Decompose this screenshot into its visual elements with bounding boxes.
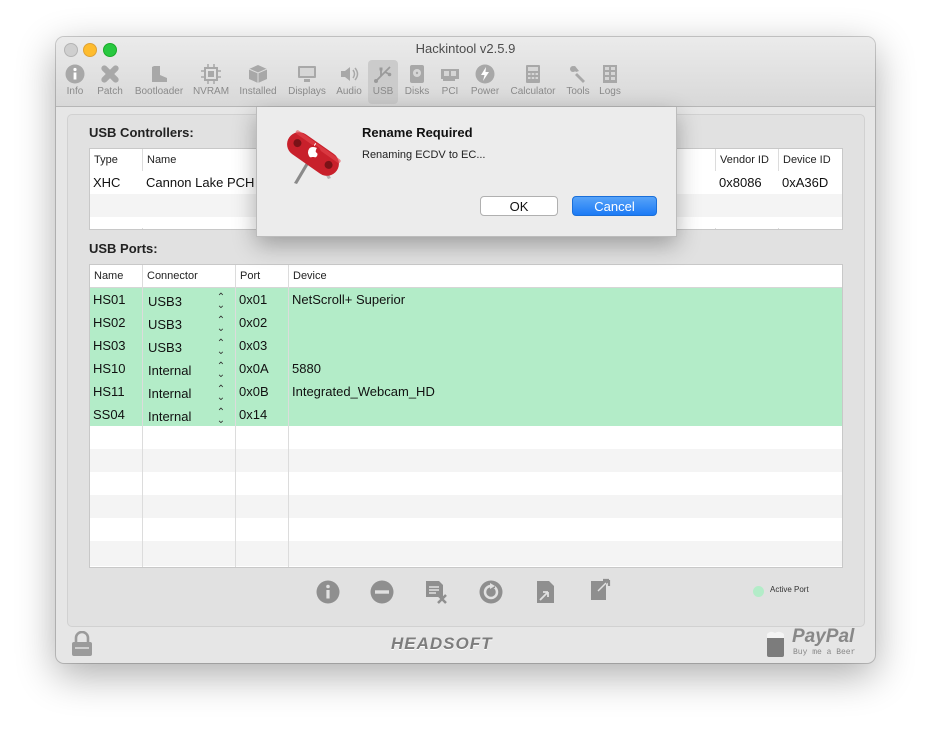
chevron-updown-icon[interactable]: ⌃ ⌄ — [216, 385, 226, 403]
headsoft-logo: HEADSOFT — [391, 634, 493, 653]
usb-ports-heading: USB Ports: — [89, 241, 158, 256]
table-row — [90, 449, 842, 472]
toolbar-item-pci[interactable]: PCI — [436, 60, 464, 104]
table-row[interactable]: HS01 USB3 ⌃ ⌄ 0x01 NetScroll+ Superior — [90, 288, 842, 311]
toolbar-item-installed[interactable]: Installed — [234, 60, 282, 104]
toolbar-item-bootloader[interactable]: Bootloader — [130, 60, 188, 104]
table-row — [90, 472, 842, 495]
calculator-icon — [526, 65, 540, 83]
window-title: Hackintool v2.5.9 — [415, 41, 516, 56]
usb-icon — [374, 66, 392, 83]
boot-icon — [152, 66, 167, 82]
table-row[interactable]: HS02 USB3 ⌃ ⌄ 0x02 — [90, 311, 842, 334]
chevron-updown-icon[interactable]: ⌃ ⌄ — [216, 339, 226, 357]
chevron-updown-icon[interactable]: ⌃ ⌄ — [216, 362, 226, 380]
table-row[interactable]: SS04 Internal ⌃ ⌄ 0x14 — [90, 403, 842, 426]
connector-select[interactable]: USB3 — [145, 313, 215, 336]
pci-card-icon — [441, 69, 459, 81]
refresh-icon[interactable] — [479, 580, 503, 604]
column-header-type[interactable]: Type — [90, 149, 143, 171]
column-header-connector[interactable]: Connector — [143, 265, 236, 287]
toolbar: Hackintool v2.5.9 Info Patch Bootloader … — [56, 37, 875, 107]
table-row — [90, 518, 842, 541]
wrench-icon — [570, 66, 585, 83]
connector-select[interactable]: USB3 — [145, 336, 215, 359]
toolbar-item-logs[interactable]: Logs — [596, 60, 624, 104]
beer-icon[interactable] — [766, 630, 786, 657]
column-header-device-id[interactable]: Device ID — [779, 149, 842, 171]
clear-list-icon[interactable] — [424, 580, 448, 604]
active-port-legend: Active Port — [770, 585, 809, 594]
power-icon — [475, 64, 495, 84]
table-row — [90, 541, 842, 566]
chevron-updown-icon[interactable]: ⌃ ⌄ — [216, 408, 226, 426]
table-row — [90, 495, 842, 518]
chevron-updown-icon[interactable]: ⌃ ⌄ — [216, 316, 226, 334]
speaker-icon — [341, 67, 359, 81]
column-header-port[interactable]: Port — [236, 265, 289, 287]
toolbar-item-tools[interactable]: Tools — [563, 60, 593, 104]
paypal-subtitle: Buy me a Beer — [793, 648, 856, 657]
info-icon — [65, 64, 85, 84]
cancel-button[interactable]: Cancel — [572, 196, 657, 216]
column-header-vendor-id[interactable]: Vendor ID — [716, 149, 779, 171]
toolbar-item-displays[interactable]: Displays — [285, 60, 329, 104]
table-row[interactable]: HS03 USB3 ⌃ ⌄ 0x03 — [90, 334, 842, 357]
import-icon[interactable] — [534, 580, 558, 604]
hackintool-app-icon — [287, 130, 341, 184]
info-icon[interactable] — [316, 580, 340, 604]
active-port-swatch — [753, 586, 764, 597]
connector-select[interactable]: Internal — [145, 382, 215, 405]
logs-icon — [603, 65, 617, 83]
disk-icon — [410, 65, 424, 83]
connector-select[interactable]: Internal — [145, 405, 215, 428]
toolbar-item-calculator[interactable]: Calculator — [507, 60, 559, 104]
display-icon — [298, 66, 316, 82]
usb-controllers-heading: USB Controllers: — [89, 125, 194, 140]
lock-icon[interactable] — [71, 631, 93, 657]
table-row — [90, 426, 842, 449]
box-icon — [248, 65, 268, 83]
toolbar-item-nvram[interactable]: NVRAM — [191, 60, 231, 104]
toolbar-item-usb[interactable]: USB — [368, 60, 398, 104]
paypal-logo[interactable]: PayPal — [792, 626, 854, 648]
toolbar-item-disks[interactable]: Disks — [402, 60, 432, 104]
rename-required-dialog: Rename Required Renaming ECDV to EC... O… — [256, 107, 677, 237]
ok-button[interactable]: OK — [480, 196, 558, 216]
patch-icon — [101, 65, 119, 83]
remove-icon[interactable] — [370, 580, 394, 604]
connector-select[interactable]: USB3 — [145, 290, 215, 313]
footer-bar: HEADSOFT PayPal Buy me a Beer — [56, 626, 875, 663]
toolbar-item-audio[interactable]: Audio — [333, 60, 365, 104]
toolbar-item-patch[interactable]: Patch — [94, 60, 126, 104]
export-icon[interactable] — [589, 577, 613, 601]
dialog-message: Renaming ECDV to EC... — [362, 149, 486, 161]
column-header-name[interactable]: Name — [90, 265, 143, 287]
toolbar-item-info[interactable]: Info — [62, 60, 88, 104]
chip-icon — [201, 64, 221, 84]
chevron-updown-icon[interactable]: ⌃ ⌄ — [216, 293, 226, 311]
connector-select[interactable]: Internal — [145, 359, 215, 382]
table-row[interactable]: HS11 Internal ⌃ ⌄ 0x0B Integrated_Webcam_… — [90, 380, 842, 403]
usb-ports-table: Name Connector Port Device HS01 USB3 ⌃ ⌄ … — [89, 264, 843, 568]
column-header-device[interactable]: Device — [289, 265, 842, 287]
toolbar-item-power[interactable]: Power — [467, 60, 503, 104]
dialog-title: Rename Required — [362, 125, 473, 140]
table-row[interactable]: HS10 Internal ⌃ ⌄ 0x0A 5880 — [90, 357, 842, 380]
